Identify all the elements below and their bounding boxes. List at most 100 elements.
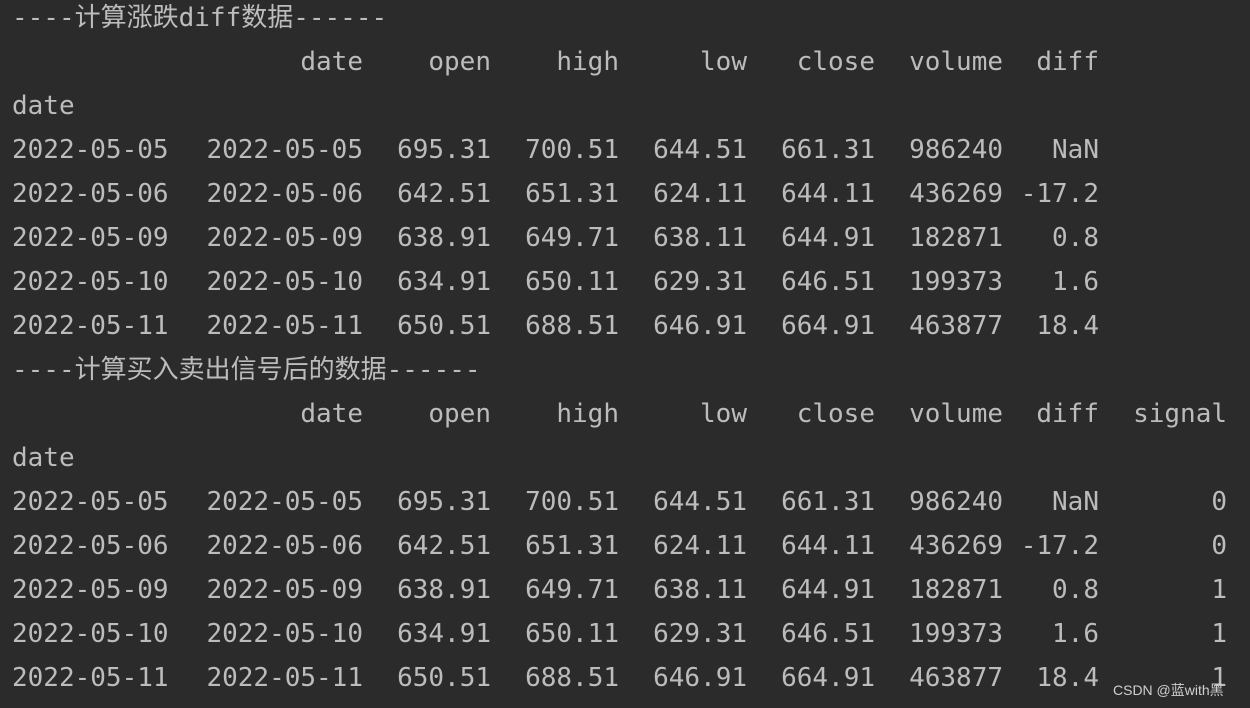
watermark: CSDN @蓝with黑 [1113,682,1224,698]
table-cell: 638.91 [397,223,491,253]
table-cell: 650.11 [525,267,619,297]
table-cell: 642.51 [397,531,491,561]
table-cell: 2022-05-05 [206,135,363,165]
table-cell: 2022-05-11 [206,663,363,693]
table-cell: 646.91 [653,311,747,341]
row-index: 2022-05-11 [12,663,169,693]
row-index: 2022-05-11 [12,311,169,341]
table-cell: 644.91 [781,575,875,605]
table-cell: 651.31 [525,179,619,209]
column-header: high [556,47,619,77]
column-header: open [428,47,491,77]
table-row: 2022-05-11 2022-05-11 650.51 688.51 646.91 66… [0,656,1250,700]
column-header: volume [909,399,1003,429]
column-header: high [556,399,619,429]
table-cell: 0 [1211,531,1227,561]
table-cell: NaN [1052,135,1099,165]
index-name-row: date [0,436,1250,480]
section-title-text: ----计算涨跌diff数据------ [12,3,388,33]
column-header: diff [1036,47,1099,77]
row-index: 2022-05-09 [12,575,169,605]
table-cell: 634.91 [397,619,491,649]
table-cell: 1.6 [1052,267,1099,297]
table-cell: 2022-05-06 [206,531,363,561]
table-cell: 700.51 [525,135,619,165]
table-cell: 646.51 [781,619,875,649]
table-cell: 646.91 [653,663,747,693]
table-cell: 661.31 [781,487,875,517]
column-header: open [428,399,491,429]
column-header: date [300,47,363,77]
table-cell: -17.2 [1020,179,1099,209]
table-cell: 644.11 [781,179,875,209]
table-row: 2022-05-11 2022-05-11 650.51 688.51 646.91 66… [0,304,1250,348]
index-name: date [12,443,75,473]
table-cell: 199373 [909,267,1003,297]
table-cell: 463877 [909,663,1003,693]
row-index: 2022-05-05 [12,135,169,165]
column-header: diff [1036,399,1099,429]
table-row: 2022-05-10 2022-05-10 634.91 650.11 629.31 64… [0,612,1250,656]
table-cell: 1 [1211,575,1227,605]
table-cell: 986240 [909,135,1003,165]
table-cell: 629.31 [653,267,747,297]
table-cell: 18.4 [1036,311,1099,341]
column-header-row: date open high low close volume diff signal [0,392,1250,436]
table-cell: 629.31 [653,619,747,649]
table-cell: 624.11 [653,531,747,561]
section-title: ----计算买入卖出信号后的数据------ [0,348,1250,392]
table-cell: 661.31 [781,135,875,165]
table-row: 2022-05-09 2022-05-09 638.91 649.71 638.11 64… [0,216,1250,260]
table-cell: 436269 [909,531,1003,561]
table-cell: 0 [1211,487,1227,517]
table-cell: 688.51 [525,663,619,693]
table-cell: 644.91 [781,223,875,253]
table-cell: 644.51 [653,135,747,165]
table-cell: NaN [1052,487,1099,517]
table-cell: 642.51 [397,179,491,209]
column-header: low [700,399,747,429]
table-cell: 0.8 [1052,223,1099,253]
table-cell: 650.11 [525,619,619,649]
column-header: low [700,47,747,77]
table-cell: 2022-05-10 [206,267,363,297]
table-cell: 650.51 [397,311,491,341]
table-cell: 0.8 [1052,575,1099,605]
table-cell: 700.51 [525,487,619,517]
table-cell: 436269 [909,179,1003,209]
table-row: 2022-05-06 2022-05-06 642.51 651.31 624.11 64… [0,524,1250,568]
table-cell: 463877 [909,311,1003,341]
index-name: date [12,91,75,121]
table-cell: 2022-05-11 [206,311,363,341]
row-index: 2022-05-05 [12,487,169,517]
table-cell: 2022-05-10 [206,619,363,649]
table-row: 2022-05-05 2022-05-05 695.31 700.51 644.51 66… [0,128,1250,172]
table-cell: 664.91 [781,311,875,341]
table-row: 2022-05-06 2022-05-06 642.51 651.31 624.11 64… [0,172,1250,216]
table-cell: 1 [1211,619,1227,649]
table-cell: 695.31 [397,135,491,165]
table-cell: 638.91 [397,575,491,605]
table-cell: 18.4 [1036,663,1099,693]
table-cell: 199373 [909,619,1003,649]
table-cell: 182871 [909,223,1003,253]
table-cell: 638.11 [653,575,747,605]
table-cell: 664.91 [781,663,875,693]
column-header: close [796,399,875,429]
table-cell: 2022-05-06 [206,179,363,209]
table-cell: 638.11 [653,223,747,253]
table-cell: 646.51 [781,267,875,297]
table-cell: -17.2 [1020,531,1099,561]
table-cell: 2022-05-05 [206,487,363,517]
column-header: close [796,47,875,77]
table-cell: 182871 [909,575,1003,605]
table-row: 2022-05-09 2022-05-09 638.91 649.71 638.11 64… [0,568,1250,612]
table-cell: 2022-05-09 [206,223,363,253]
row-index: 2022-05-06 [12,531,169,561]
table-cell: 2022-05-09 [206,575,363,605]
table-cell: 644.11 [781,531,875,561]
row-index: 2022-05-10 [12,619,169,649]
column-header: volume [909,47,1003,77]
section-title-text: ----计算买入卖出信号后的数据------ [12,355,481,385]
index-name-row: date [0,84,1250,128]
